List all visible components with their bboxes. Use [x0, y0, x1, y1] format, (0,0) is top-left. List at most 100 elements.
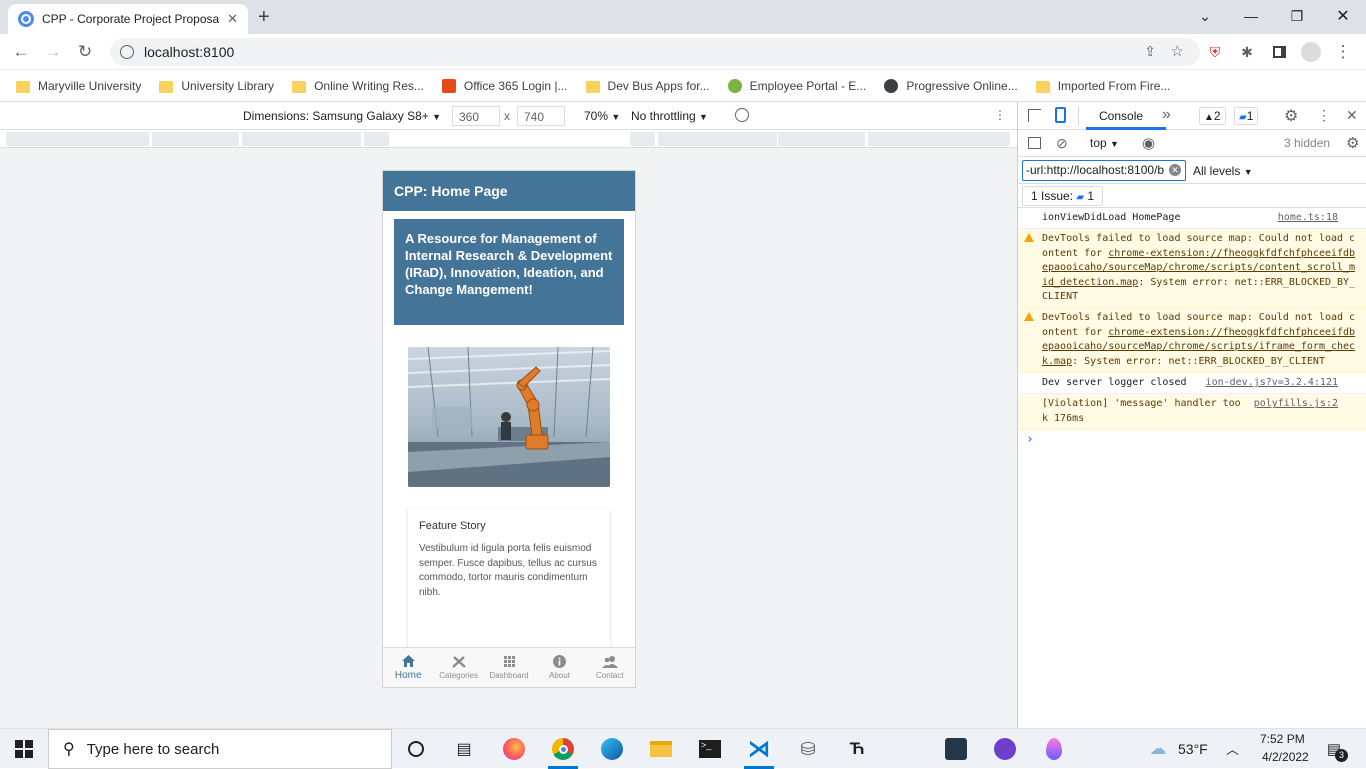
browser-tab[interactable]: CPP - Corporate Project Proposal ✕: [8, 4, 248, 34]
hidden-count: 3 hidden: [1284, 136, 1331, 150]
tab-label: About: [548, 670, 570, 680]
media-query-segment[interactable]: [658, 132, 778, 146]
maximize-button[interactable]: ❐: [1274, 4, 1320, 28]
bookmark-star-icon[interactable]: ☆: [1171, 42, 1184, 60]
media-query-segment[interactable]: [868, 132, 1011, 146]
devtools-menu-icon[interactable]: ⋮: [1317, 107, 1331, 124]
flame-app-icon[interactable]: [1042, 737, 1066, 761]
browser-menu-icon[interactable]: ⋮: [1330, 40, 1356, 64]
console-prompt[interactable]: ›: [1018, 430, 1366, 450]
edge-icon[interactable]: [600, 737, 624, 761]
media-query-segment[interactable]: [152, 132, 240, 146]
warnings-badge[interactable]: ▲2: [1199, 107, 1226, 125]
message-source-link[interactable]: home.ts:18: [1278, 211, 1338, 225]
extensions-puzzle-icon[interactable]: ✱: [1234, 40, 1260, 64]
height-input[interactable]: 740: [517, 106, 565, 126]
tab-categories[interactable]: Categories: [433, 648, 483, 687]
close-devtools-icon[interactable]: ✕: [1346, 107, 1358, 124]
taskbar-search-box[interactable]: ⚲ Type here to search: [48, 729, 392, 769]
clear-filter-icon[interactable]: ✕: [1169, 164, 1181, 176]
bookmark-item[interactable]: Imported From Fire...: [1035, 79, 1170, 93]
live-expression-eye-icon[interactable]: ◉: [1142, 134, 1155, 152]
device-dimensions-select[interactable]: Dimensions: Samsung Galaxy S8+ ▼: [243, 109, 441, 123]
typora-icon[interactable]: Ћ: [845, 737, 869, 761]
message-source-link[interactable]: polyfills.js:2: [1254, 397, 1338, 411]
url-text: localhost:8100: [144, 44, 235, 60]
file-explorer-icon[interactable]: [649, 737, 673, 761]
device-screen: CPP: Home Page A Resource for Management…: [382, 170, 636, 688]
media-query-segment[interactable]: [242, 132, 362, 146]
task-view-icon[interactable]: ▤: [452, 737, 476, 761]
device-options-icon[interactable]: ⋮: [994, 108, 1006, 122]
tab-about[interactable]: About: [534, 648, 584, 687]
message-text: [Violation] 'message' handler took 176ms: [1042, 398, 1241, 424]
windows-start-icon[interactable]: [12, 737, 36, 761]
search-icon: ⚲: [63, 741, 75, 758]
sidebar-toggle-icon[interactable]: [1028, 137, 1041, 149]
feature-story-card[interactable]: Feature Story Vestibulum id ligula porta…: [408, 509, 610, 659]
console-settings-icon[interactable]: ⚙: [1346, 134, 1359, 152]
close-tab-icon[interactable]: ✕: [227, 11, 238, 27]
database-icon[interactable]: ⛁: [796, 737, 820, 761]
bookmark-item[interactable]: Dev Bus Apps for...: [585, 79, 710, 93]
address-bar[interactable]: localhost:8100 ⇪ ☆: [110, 38, 1200, 66]
tab-console[interactable]: Console: [1099, 109, 1143, 123]
bookmark-item[interactable]: Office 365 Login |...: [441, 78, 568, 93]
settings-gear-icon[interactable]: ⚙: [1284, 106, 1298, 126]
log-levels-select[interactable]: All levels ▼: [1193, 164, 1253, 178]
terminal-icon[interactable]: >_: [698, 737, 722, 761]
share-icon[interactable]: ⇪: [1144, 43, 1156, 60]
profile-avatar[interactable]: [1298, 40, 1324, 64]
more-tabs-icon[interactable]: »: [1162, 106, 1171, 124]
tab-dashboard[interactable]: Dashboard: [484, 648, 534, 687]
throttling-select[interactable]: No throttling ▼: [631, 109, 708, 123]
tab-search-icon[interactable]: ⌄: [1182, 4, 1228, 28]
tools-icon: [451, 655, 466, 668]
media-query-segment[interactable]: [364, 132, 390, 146]
bookmark-item[interactable]: University Library: [159, 79, 274, 93]
device-toggle-icon[interactable]: [1055, 107, 1066, 123]
clock-date[interactable]: 4/2/2022: [1262, 750, 1309, 764]
zoom-select[interactable]: 70% ▼: [584, 109, 620, 123]
messages-count: 1: [1246, 109, 1254, 123]
width-input[interactable]: 360: [452, 106, 500, 126]
back-button[interactable]: ←: [8, 40, 34, 64]
rotate-icon[interactable]: [735, 108, 749, 122]
media-query-segment[interactable]: [778, 132, 866, 146]
tab-contact[interactable]: Contact: [585, 648, 635, 687]
minimize-button[interactable]: —: [1228, 4, 1274, 28]
issues-button[interactable]: 1 Issue: ▰ 1: [1022, 186, 1104, 206]
media-query-segment[interactable]: [6, 132, 150, 146]
github-desktop-icon[interactable]: [993, 737, 1017, 761]
throttling-label: No throttling: [631, 109, 696, 123]
tab-home[interactable]: Home: [383, 648, 433, 687]
side-panel-icon[interactable]: [1266, 40, 1292, 64]
vscode-icon[interactable]: ⋊: [747, 736, 771, 761]
context-select[interactable]: top ▼: [1090, 136, 1119, 150]
bookmark-item[interactable]: Maryville University: [16, 79, 141, 93]
show-hidden-icons-icon[interactable]: ︿: [1226, 739, 1239, 758]
mysql-workbench-icon[interactable]: [944, 737, 968, 761]
chrome-icon[interactable]: [551, 737, 575, 761]
firefox-icon[interactable]: [502, 737, 526, 761]
close-window-button[interactable]: ✕: [1320, 4, 1366, 28]
reload-button[interactable]: ↻: [72, 40, 98, 64]
filter-input[interactable]: -url:http://localhost:8100/b: [1022, 160, 1186, 181]
message-source-link[interactable]: ion-dev.js?v=3.2.4:121: [1206, 376, 1338, 390]
bookmark-item[interactable]: Progressive Online...: [884, 78, 1018, 93]
extension-shield-icon[interactable]: ⛨: [1202, 40, 1228, 64]
media-query-segment[interactable]: [630, 132, 656, 146]
messages-badge[interactable]: ▰1: [1234, 107, 1259, 125]
bookmark-item[interactable]: Online Writing Res...: [292, 79, 424, 93]
site-info-icon[interactable]: [120, 45, 134, 59]
inspect-element-icon[interactable]: [1028, 109, 1041, 122]
weather-cloud-icon: ☁: [1149, 739, 1167, 758]
clock-time[interactable]: 7:52 PM: [1260, 732, 1305, 746]
new-tab-button[interactable]: +: [258, 6, 270, 29]
dropdown-icon: ▼: [1110, 139, 1119, 149]
weather-temp[interactable]: 53°F: [1178, 741, 1208, 757]
clear-console-icon[interactable]: ⊘: [1056, 135, 1068, 152]
forward-button[interactable]: →: [40, 40, 66, 64]
bookmark-item[interactable]: Employee Portal - E...: [727, 78, 866, 93]
cortana-icon[interactable]: [404, 737, 428, 761]
